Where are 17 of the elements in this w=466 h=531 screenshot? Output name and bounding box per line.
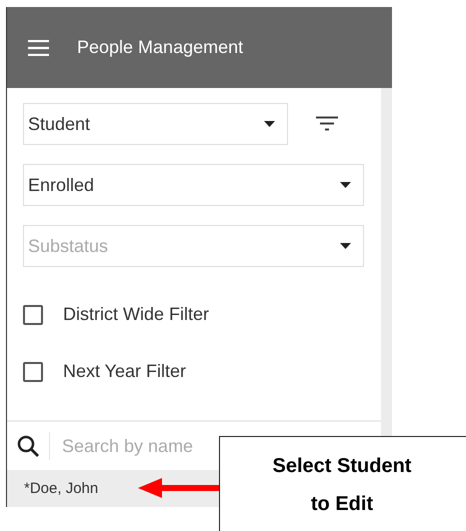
search-icon[interactable] xyxy=(17,435,39,457)
dropdown-caret-icon xyxy=(264,121,275,127)
select-placeholder: Substatus xyxy=(28,236,108,256)
checkbox-label: District Wide Filter xyxy=(63,304,210,325)
filter-icon[interactable] xyxy=(316,116,338,132)
dropdown-select[interactable]: Enrolled xyxy=(23,164,364,206)
checkbox-label: Next Year Filter xyxy=(63,361,186,382)
menu-icon[interactable] xyxy=(28,40,49,56)
select-value: Student xyxy=(28,114,90,134)
checkbox[interactable] xyxy=(23,362,43,382)
arrow-icon xyxy=(138,478,220,498)
dropdown-caret-icon xyxy=(340,243,351,249)
dropdown-select[interactable]: Student xyxy=(23,103,288,145)
checkbox[interactable] xyxy=(23,304,43,324)
dropdown-caret-icon xyxy=(340,182,351,188)
header-title: People Management xyxy=(77,37,244,58)
select-value: Enrolled xyxy=(28,174,94,196)
